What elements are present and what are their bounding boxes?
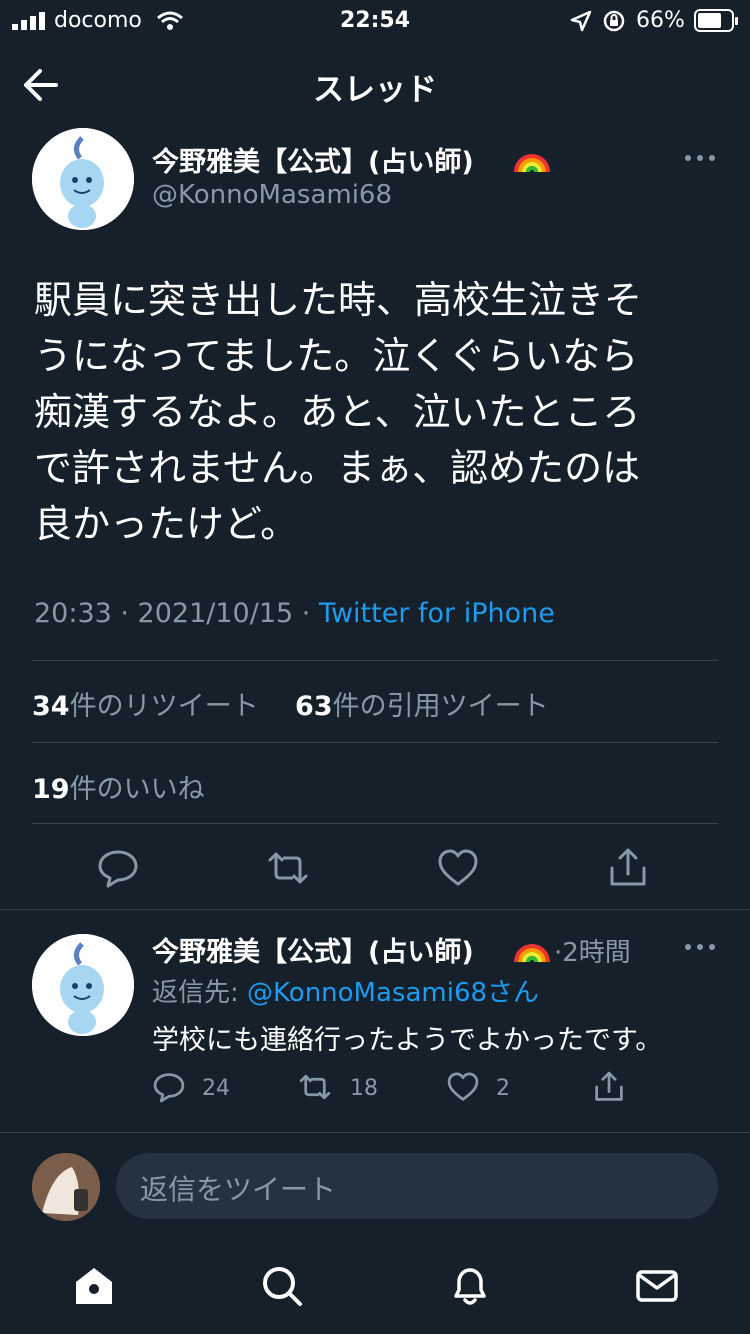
tweet-text-line: 駅員に突き出した時、高校生泣きそ	[34, 278, 643, 322]
notifications-icon[interactable]	[446, 1262, 494, 1310]
avatar-image	[32, 128, 134, 230]
reply-time: ·2時間	[554, 938, 631, 968]
quote-label: 件の引用ツイート	[332, 691, 549, 722]
like-label: 件のいいね	[69, 774, 205, 805]
search-icon[interactable]	[258, 1262, 306, 1310]
author-name[interactable]: 今野雅美【公式】(占い師)	[152, 140, 474, 179]
reply-compose-placeholder: 返信をツイート	[140, 1173, 337, 1206]
avatar-image	[32, 1153, 100, 1221]
reply-icon[interactable]	[152, 1070, 186, 1104]
reply-to-handle[interactable]: @KonnoMasami68さん	[247, 978, 539, 1008]
divider	[0, 1132, 750, 1133]
more-options-icon[interactable]	[684, 154, 716, 162]
retweet-label: 件のリツイート	[69, 691, 259, 722]
like-count: 19	[32, 774, 70, 805]
divider	[0, 909, 750, 910]
my-avatar[interactable]	[32, 1153, 100, 1221]
author-handle[interactable]: @KonnoMasami68	[152, 180, 392, 210]
like-count: 2	[496, 1076, 510, 1101]
retweet-icon[interactable]	[266, 846, 310, 890]
page-title: スレッド	[313, 72, 437, 108]
quote-count: 63	[295, 691, 333, 722]
tweet-timestamp: 20:33 · 2021/10/15 ·	[34, 598, 319, 629]
share-icon[interactable]	[592, 1070, 626, 1104]
battery-icon	[694, 9, 738, 32]
retweet-count: 34	[32, 691, 70, 722]
reply-count: 24	[202, 1076, 230, 1101]
like-stat[interactable]: 19件のいいね	[32, 767, 205, 806]
location-icon	[570, 10, 592, 32]
more-options-icon[interactable]	[684, 943, 716, 951]
reply-text: 学校にも連絡行ったようでよかったです。	[152, 1025, 663, 1056]
reply-to-line: 返信先: @KonnoMasami68さん	[152, 972, 539, 1009]
home-icon[interactable]	[70, 1262, 118, 1310]
rotation-lock-icon	[603, 10, 625, 32]
share-icon[interactable]	[606, 846, 650, 890]
retweet-stat[interactable]: 34件のリツイート	[32, 684, 259, 723]
divider	[32, 742, 718, 743]
reply-avatar[interactable]	[32, 934, 134, 1036]
tweet-source-link[interactable]: Twitter for iPhone	[319, 598, 555, 629]
status-bar: docomo 22:54 66%	[0, 0, 750, 44]
tweet-text-line: 痴漢するなよ。あと、泣いたところ	[34, 390, 641, 434]
tweet-text: 駅員に突き出した時、高校生泣きそ うになってました。泣くぐらいなら 痴漢するなよ…	[34, 272, 724, 552]
rainbow-icon	[514, 154, 550, 173]
avatar-image	[32, 934, 134, 1036]
like-icon[interactable]	[436, 846, 480, 890]
retweet-count: 18	[350, 1076, 378, 1101]
divider	[32, 823, 718, 824]
reply-author-name[interactable]: 今野雅美【公式】(占い師)	[152, 930, 474, 969]
retweet-icon[interactable]	[298, 1070, 332, 1104]
quote-stat[interactable]: 63件の引用ツイート	[295, 684, 549, 723]
tweet-text-line: うになってました。泣くぐらいなら	[34, 334, 639, 378]
messages-icon[interactable]	[633, 1262, 681, 1310]
reply-to-prefix: 返信先:	[152, 978, 248, 1008]
tweet-text-line: で許されません。まぁ、認めたのは	[34, 446, 641, 490]
divider	[32, 660, 718, 661]
tweet-metadata: 20:33 · 2021/10/15 · Twitter for iPhone	[34, 598, 555, 629]
tweet-text-line: 良かったけど。	[34, 502, 299, 546]
reply-icon[interactable]	[96, 846, 140, 890]
battery-percent: 66%	[636, 8, 685, 33]
rainbow-icon	[514, 944, 550, 963]
like-icon[interactable]	[446, 1070, 480, 1104]
avatar[interactable]	[32, 128, 134, 230]
